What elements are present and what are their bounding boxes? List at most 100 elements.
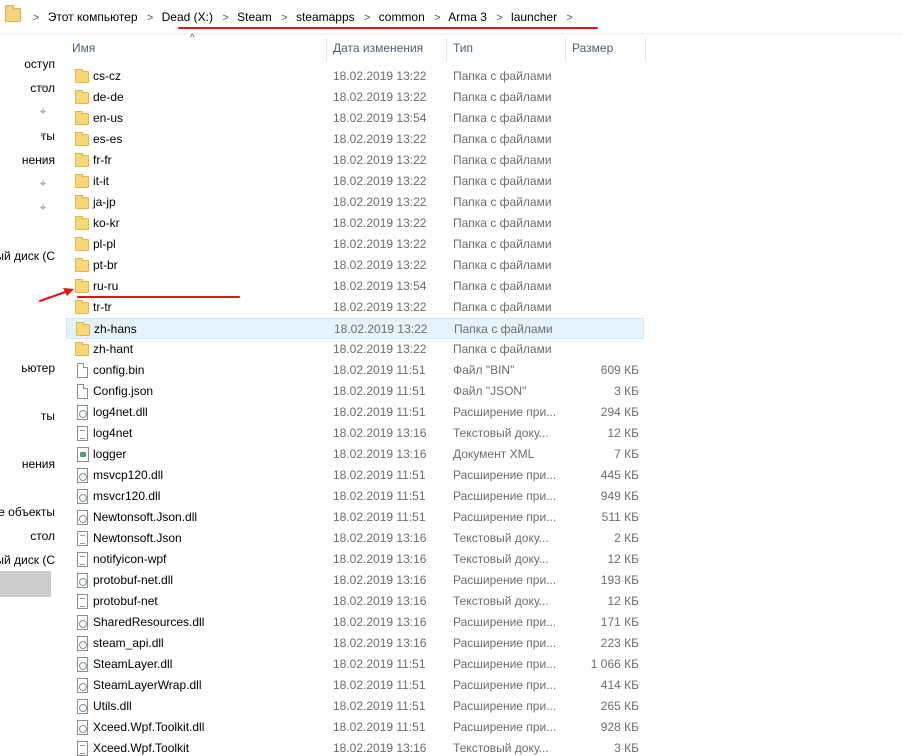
column-type[interactable]: Тип: [447, 34, 473, 62]
file-type: Папка с файлами: [453, 258, 552, 272]
file-row[interactable]: es-es 18.02.2019 13:22 Папка с файлами: [66, 129, 644, 150]
breadcrumb-item-arma3[interactable]: Arma 3: [448, 10, 487, 24]
chevron-right-icon[interactable]: >: [496, 12, 502, 24]
pin-icon[interactable]: ⌖: [36, 177, 50, 191]
dll-icon: [77, 510, 88, 525]
file-row[interactable]: SteamLayerWrap.dll 18.02.2019 11:51 Расшир…: [66, 675, 644, 696]
file-row[interactable]: Xceed.Wpf.Toolkit 18.02.2019 13:16 Текстов…: [66, 738, 644, 756]
address-bar[interactable]: > Этот компьютер > Dead (X:) > Steam > s…: [0, 0, 903, 34]
file-row[interactable]: steam_api.dll 18.02.2019 13:16 Расширение …: [66, 633, 644, 654]
column-size[interactable]: Размер: [566, 34, 613, 62]
file-row[interactable]: Utils.dll 18.02.2019 11:51 Расширение при.…: [66, 696, 644, 717]
text-file-icon: [77, 741, 88, 756]
file-row[interactable]: ja-jp 18.02.2019 13:22 Папка с файлами: [66, 192, 644, 213]
file-row[interactable]: ru-ru 18.02.2019 13:54 Папка с файлами: [66, 276, 644, 297]
file-date: 18.02.2019 13:22: [334, 322, 428, 336]
file-row[interactable]: protobuf-net.dll 18.02.2019 13:16 Расширен…: [66, 570, 644, 591]
breadcrumb-item-launcher[interactable]: launcher: [511, 10, 557, 24]
nav-item[interactable]: ты: [0, 406, 55, 426]
file-row[interactable]: protobuf-net 18.02.2019 13:16 Текстовый до…: [66, 591, 644, 612]
file-row[interactable]: log4net.dll 18.02.2019 11:51 Расширение пр…: [66, 402, 644, 423]
file-row[interactable]: notifyicon-wpf 18.02.2019 13:16 Текстовый …: [66, 549, 644, 570]
file-type: Папка с файлами: [453, 195, 552, 209]
file-type: Расширение при...: [453, 636, 557, 650]
nav-item[interactable]: ие объекты: [0, 502, 55, 522]
breadcrumb-item-steamapps[interactable]: steamapps: [296, 10, 355, 24]
file-row[interactable]: de-de 18.02.2019 13:22 Папка с файлами: [66, 87, 644, 108]
nav-item[interactable]: ый диск (С: [0, 246, 55, 266]
text-file-icon: [77, 552, 88, 567]
file-size: 414 КБ: [600, 678, 639, 692]
file-row[interactable]: tr-tr 18.02.2019 13:22 Папка с файлами: [66, 297, 644, 318]
file-row[interactable]: Xceed.Wpf.Toolkit.dll 18.02.2019 11:51 Рас…: [66, 717, 644, 738]
file-size: 193 КБ: [600, 573, 639, 587]
pin-icon[interactable]: ⌖: [36, 105, 50, 119]
chevron-right-icon[interactable]: >: [364, 12, 370, 24]
file-row[interactable]: ko-kr 18.02.2019 13:22 Папка с файлами: [66, 213, 644, 234]
column-divider[interactable]: [645, 38, 646, 62]
file-row[interactable]: zh-hans 18.02.2019 13:22 Папка с файлами: [66, 318, 644, 339]
file-row[interactable]: en-us 18.02.2019 13:54 Папка с файлами: [66, 108, 644, 129]
file-row[interactable]: log4net 18.02.2019 13:16 Текстовый доку...…: [66, 423, 644, 444]
nav-item[interactable]: ый диск (С: [0, 550, 55, 570]
file-row[interactable]: Config.json 18.02.2019 11:51 Файл "JSON" 3 …: [66, 381, 644, 402]
column-date[interactable]: Дата изменения: [327, 34, 423, 62]
breadcrumb-item-drive[interactable]: Dead (X:): [162, 10, 213, 24]
pin-icon[interactable]: ⌖: [36, 129, 50, 143]
file-date: 18.02.2019 11:51: [333, 657, 426, 671]
chevron-right-icon[interactable]: >: [147, 12, 153, 24]
file-date: 18.02.2019 13:16: [333, 531, 427, 545]
file-row[interactable]: SharedResources.dll 18.02.2019 13:16 Расши…: [66, 612, 644, 633]
file-name: en-us: [93, 111, 124, 125]
file-type: Файл "JSON": [453, 384, 527, 398]
file-row[interactable]: logger 18.02.2019 13:16 Документ XML 7 КБ: [66, 444, 644, 465]
file-size: [566, 276, 639, 297]
file-date: 18.02.2019 11:51: [333, 363, 426, 377]
nav-item[interactable]: стол: [0, 526, 55, 546]
file-date: 18.02.2019 11:51: [333, 489, 426, 503]
pin-icon[interactable]: ⌖: [36, 201, 50, 215]
nav-item[interactable]: нения: [0, 454, 55, 474]
nav-item[interactable]: оступ: [0, 54, 55, 74]
file-size: 3 КБ: [614, 384, 639, 398]
file-name: protobuf-net: [93, 594, 158, 608]
chevron-right-icon[interactable]: >: [434, 12, 440, 24]
file-row[interactable]: pl-pl 18.02.2019 13:22 Папка с файлами: [66, 234, 644, 255]
file-date: 18.02.2019 13:16: [333, 741, 427, 755]
nav-item[interactable]: ьютер: [0, 358, 55, 378]
pin-icon[interactable]: ⌖: [36, 153, 50, 167]
folder-icon: [75, 216, 89, 230]
file-date: 18.02.2019 13:22: [333, 342, 427, 356]
file-name: pt-br: [93, 258, 118, 272]
file-row[interactable]: Newtonsoft.Json.dll 18.02.2019 11:51 Расши…: [66, 507, 644, 528]
file-row[interactable]: it-it 18.02.2019 13:22 Папка с файлами: [66, 171, 644, 192]
file-size: 928 КБ: [600, 720, 639, 734]
file-row[interactable]: msvcr120.dll 18.02.2019 11:51 Расширение п…: [66, 486, 644, 507]
breadcrumb-item-this-pc[interactable]: Этот компьютер: [48, 10, 138, 24]
file-type: Расширение при...: [453, 405, 557, 419]
chevron-right-icon[interactable]: >: [222, 12, 228, 24]
file-row[interactable]: Newtonsoft.Json 18.02.2019 13:16 Текстовый…: [66, 528, 644, 549]
breadcrumb-item-common[interactable]: common: [379, 10, 425, 24]
navigation-pane[interactable]: оступ стол ⌖ ⌖ ты ⌖ нения ⌖ ⌖ ⌖ ый диск (С ьютер ты н…: [0, 34, 55, 756]
column-name[interactable]: Имя: [66, 34, 95, 62]
file-type: Текстовый доку...: [453, 741, 549, 755]
chevron-right-icon[interactable]: >: [33, 12, 39, 24]
chevron-right-icon[interactable]: >: [281, 12, 287, 24]
breadcrumb: > Этот компьютер > Dead (X:) > Steam > s…: [27, 10, 578, 26]
dll-icon: [77, 468, 88, 483]
file-row[interactable]: config.bin 18.02.2019 11:51 Файл "BIN" 609 …: [66, 360, 644, 381]
breadcrumb-item-steam[interactable]: Steam: [237, 10, 272, 24]
pin-icon[interactable]: ⌖: [36, 81, 50, 95]
file-row[interactable]: SteamLayer.dll 18.02.2019 11:51 Расширение…: [66, 654, 644, 675]
file-row[interactable]: fr-fr 18.02.2019 13:22 Папка с файлами: [66, 150, 644, 171]
chevron-right-icon[interactable]: >: [566, 12, 572, 24]
file-type: Папка с файлами: [453, 153, 552, 167]
file-row[interactable]: cs-cz 18.02.2019 13:22 Папка с файлами: [66, 66, 644, 87]
file-date: 18.02.2019 13:22: [333, 258, 427, 272]
file-row[interactable]: msvcp120.dll 18.02.2019 11:51 Расширение п…: [66, 465, 644, 486]
file-row[interactable]: pt-br 18.02.2019 13:22 Папка с файлами: [66, 255, 644, 276]
folder-icon: [75, 69, 89, 83]
file-type: Расширение при...: [453, 615, 557, 629]
file-row[interactable]: zh-hant 18.02.2019 13:22 Папка с файлами: [66, 339, 644, 360]
